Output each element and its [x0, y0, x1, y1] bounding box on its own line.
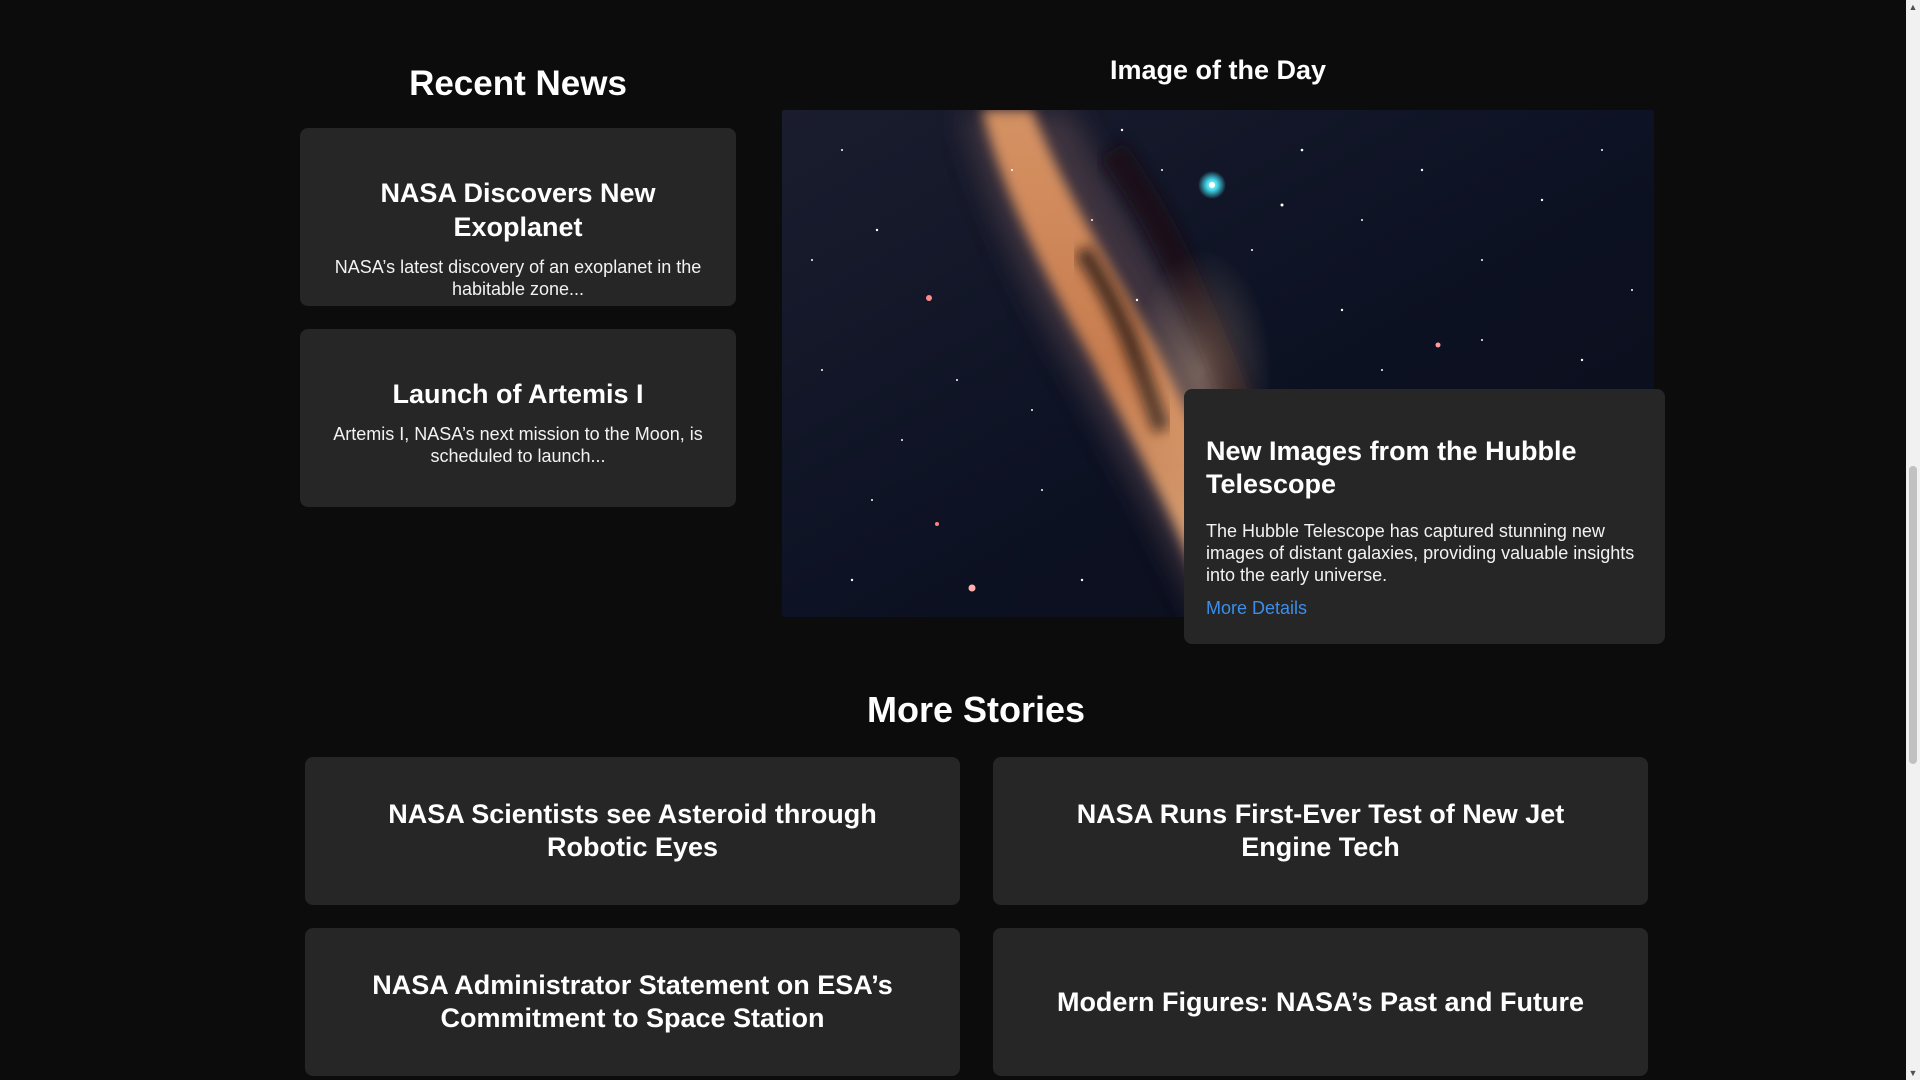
news-card-title: NASA Discovers New Exoplanet [380, 178, 656, 242]
page: Recent News NASA Discovers New Exoplanet… [0, 0, 1920, 1080]
story-card-title: NASA Scientists see Asteroid through Rob… [388, 799, 877, 862]
story-card-esa-statement[interactable]: NASA Administrator Statement on ESA’s Co… [305, 928, 960, 1076]
scroll-down-arrow-icon[interactable]: ▼ [1906, 1066, 1920, 1080]
news-card-exoplanet[interactable]: NASA Discovers New Exoplanet NASA’s late… [300, 128, 736, 306]
image-of-the-day-heading: Image of the Day [1109, 55, 1327, 85]
story-card-title: Modern Figures: NASA’s Past and Future [1056, 986, 1585, 1017]
image-of-the-day-card-description: The Hubble Telescope has captured stunni… [1206, 521, 1635, 585]
story-card-modern-figures[interactable]: Modern Figures: NASA’s Past and Future [993, 928, 1648, 1076]
news-card-title: Launch of Artemis I [392, 379, 644, 409]
news-card-summary: NASA’s latest discovery of an exoplanet … [334, 257, 702, 299]
scrollbar-thumb[interactable] [1909, 466, 1917, 764]
image-of-the-day-card-title: New Images from the Hubble Telescope [1206, 436, 1577, 499]
more-stories-heading: More Stories [866, 689, 1086, 730]
story-card-asteroid[interactable]: NASA Scientists see Asteroid through Rob… [305, 757, 960, 905]
scroll-up-arrow-icon[interactable]: ▲ [1906, 0, 1920, 14]
story-card-jet-engine[interactable]: NASA Runs First-Ever Test of New Jet Eng… [993, 757, 1648, 905]
story-card-title: NASA Administrator Statement on ESA’s Co… [372, 970, 893, 1033]
vertical-scrollbar[interactable]: ▲ ▼ [1906, 0, 1920, 1080]
news-card-summary: Artemis I, NASA’s next mission to the Mo… [333, 424, 703, 466]
recent-news-heading: Recent News [409, 64, 627, 103]
more-details-link[interactable]: More Details [1206, 598, 1307, 619]
story-card-title: NASA Runs First-Ever Test of New Jet Eng… [1076, 799, 1565, 862]
image-of-the-day-card: New Images from the Hubble Telescope The… [1184, 389, 1665, 644]
news-card-artemis[interactable]: Launch of Artemis I Artemis I, NASA’s ne… [300, 329, 736, 507]
